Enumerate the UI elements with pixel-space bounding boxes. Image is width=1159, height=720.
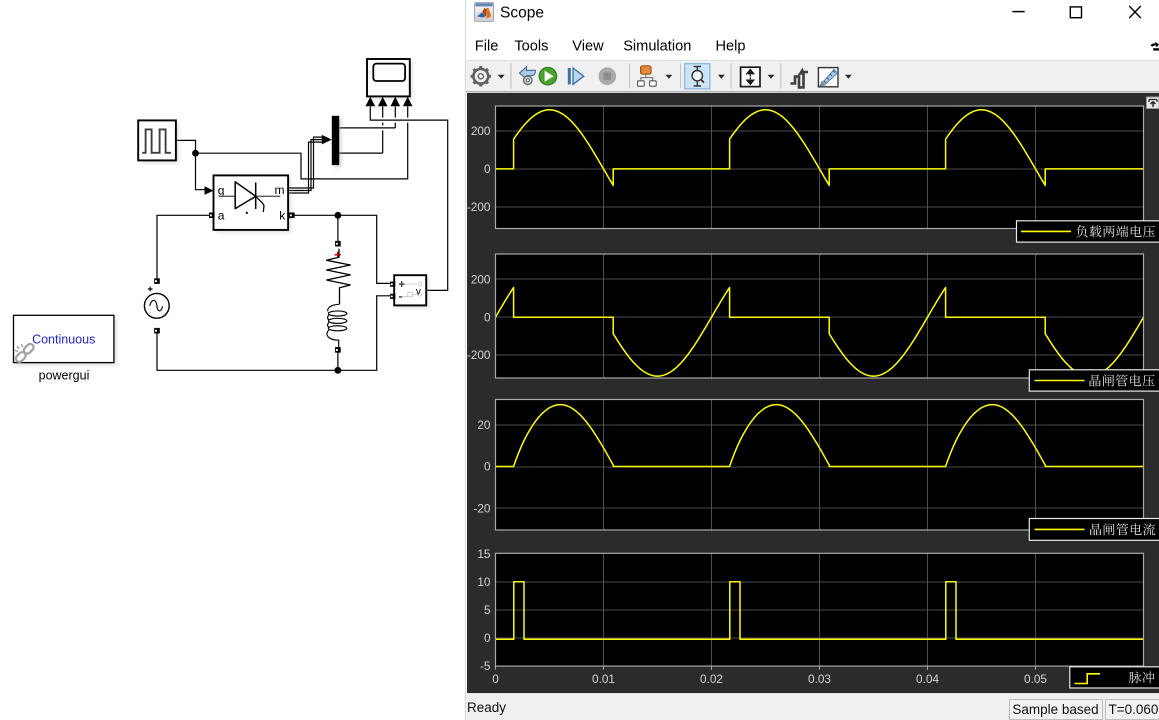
svg-text:0: 0 [484,162,491,176]
svg-text:v: v [416,286,421,297]
svg-text:-200: -200 [467,348,491,362]
svg-text:10: 10 [477,574,491,588]
svg-text:0.03: 0.03 [808,672,831,686]
svg-text:m: m [275,183,285,197]
svg-text:k: k [279,208,286,222]
svg-text:0: 0 [484,310,491,324]
svg-text:0.05: 0.05 [1024,672,1047,686]
svg-text:0.04: 0.04 [916,672,939,686]
svg-text:5: 5 [484,603,491,617]
svg-text:200: 200 [471,272,491,286]
svg-text:a: a [218,208,225,222]
svg-text:Continuous: Continuous [32,332,95,346]
svg-text:200: 200 [471,124,491,138]
svg-text:0.01: 0.01 [592,672,615,686]
svg-text:0: 0 [484,459,491,473]
svg-text:-5: -5 [480,659,491,673]
svg-text:-200: -200 [467,200,491,214]
svg-text:20: 20 [477,417,491,431]
svg-text:g: g [218,184,225,198]
svg-text:15: 15 [477,546,491,560]
svg-text:0.02: 0.02 [700,672,723,686]
svg-text:0: 0 [492,672,499,686]
svg-text:-20: -20 [473,501,490,515]
svg-text:powergui: powergui [39,368,90,382]
svg-text:0: 0 [484,631,491,645]
